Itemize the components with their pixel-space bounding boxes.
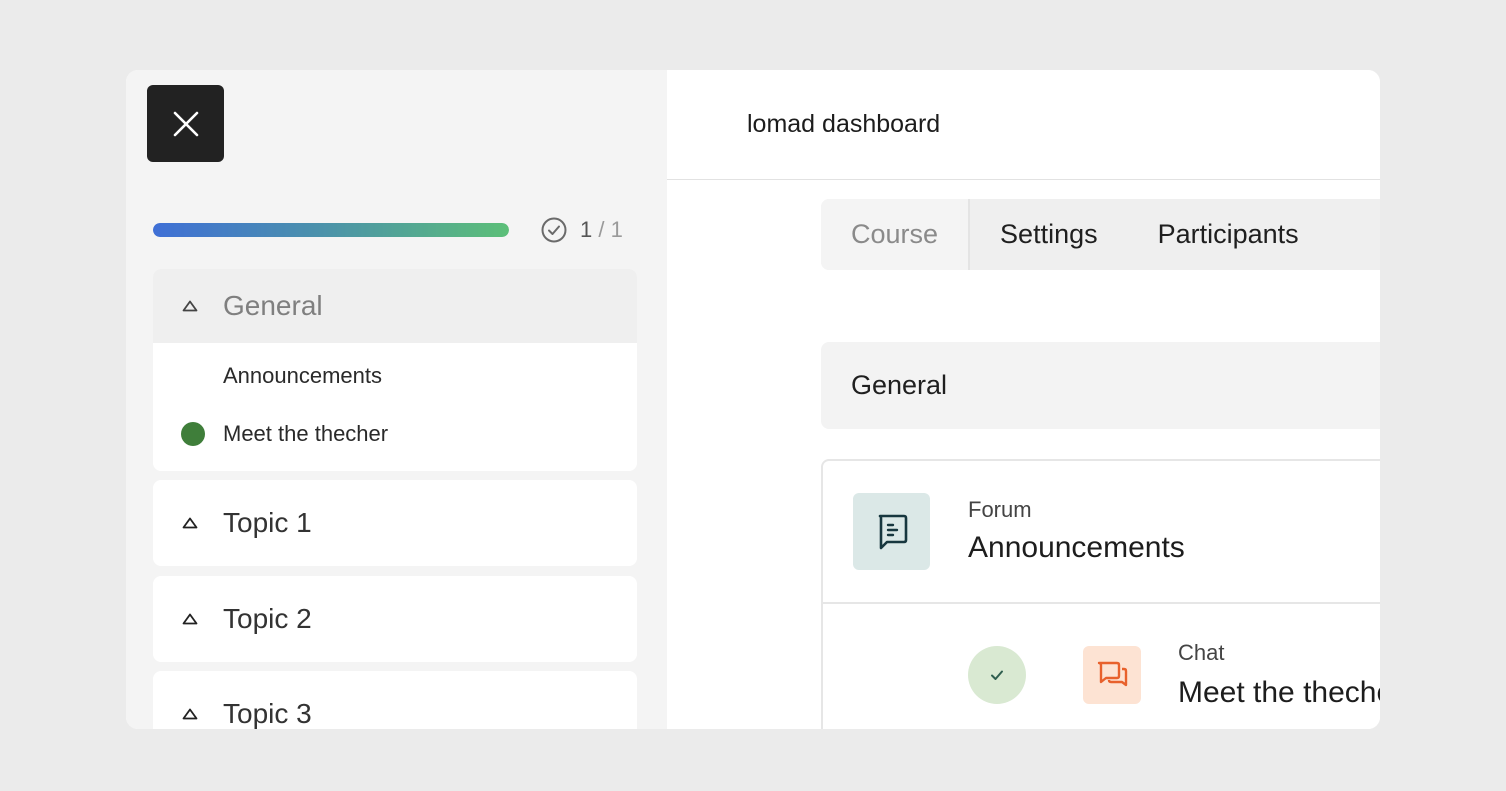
collapse-triangle-icon [181,300,199,312]
course-tabs: Course Settings Participants [821,199,1380,270]
progress-fill [153,223,509,237]
progress-completed: 1 [580,217,593,242]
tab-participants[interactable]: Participants [1128,199,1329,270]
activity-item-chat[interactable]: Chat Meet the thecher [823,604,1380,729]
tab-course[interactable]: Course [821,199,971,270]
completion-check-icon[interactable] [968,646,1026,704]
app-window: 1 / 1 General Announcements Meet the the… [126,70,1380,729]
section-heading-general[interactable]: General [821,342,1380,429]
progress-count: 1 / 1 [540,216,623,244]
progress-separator: / [598,217,605,242]
activity-name: Meet the thecher [1178,676,1380,709]
section-title: Topic 3 [223,698,312,729]
sidebar-section-general: General Announcements Meet the thecher [153,269,637,471]
status-slot [181,364,205,388]
sidebar-section-topic-1: Topic 1 [153,480,637,566]
forum-icon [853,493,930,570]
main-content: lomad dashboard Course Settings Particip… [667,70,1380,729]
sidebar-section-topic-3: Topic 3 [153,671,637,729]
activity-label: Announcements [223,363,382,388]
check-circle-icon [541,217,567,243]
progress-bar [153,223,509,237]
completed-dot-icon [181,422,205,446]
collapse-triangle-icon [181,517,199,529]
activity-name: Announcements [968,531,1185,564]
section-header-topic-3[interactable]: Topic 3 [153,671,637,729]
status-slot [181,422,205,446]
section-title: Topic 1 [223,507,312,538]
top-bar: lomad dashboard [667,70,1380,180]
activity-type: Chat [1178,640,1225,665]
section-title: General [223,290,323,321]
section-header-general[interactable]: General [153,269,637,343]
section-title: Topic 2 [223,603,312,634]
section-header-topic-1[interactable]: Topic 1 [153,480,637,566]
activity-label: Meet the thecher [223,421,389,446]
sidebar-section-topic-2: Topic 2 [153,576,637,662]
close-button[interactable] [147,85,224,162]
chat-icon [1083,646,1141,704]
activity-item-forum[interactable]: Forum Announcements [823,461,1380,604]
progress-total: 1 [610,217,623,242]
collapse-triangle-icon [181,708,199,720]
tab-settings[interactable]: Settings [970,199,1128,270]
collapse-triangle-icon [181,613,199,625]
sidebar-activity-announcements[interactable]: Announcements [153,347,637,405]
close-icon [173,111,198,136]
section-header-topic-2[interactable]: Topic 2 [153,576,637,662]
page-title: lomad dashboard [747,110,941,138]
activity-type: Forum [968,497,1032,522]
course-sidebar: 1 / 1 General Announcements Meet the the… [126,70,667,729]
activity-list: Forum Announcements Chat Meet the theche… [821,459,1380,729]
sidebar-activity-meet-the-thecher[interactable]: Meet the thecher [153,405,637,463]
